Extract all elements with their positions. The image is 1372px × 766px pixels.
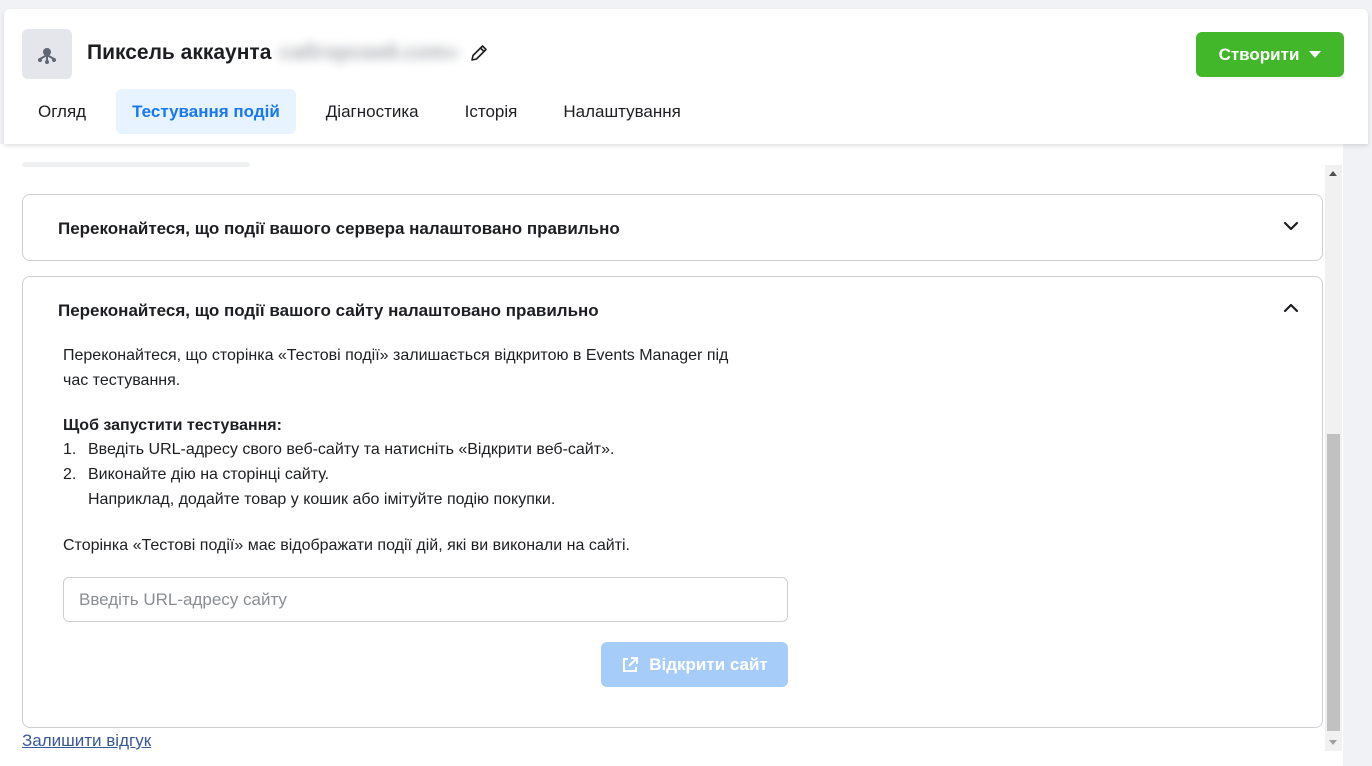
step-item: 1. Введіть URL-адресу свого веб-сайту та … <box>63 437 614 462</box>
scroll-up-icon[interactable] <box>1329 171 1337 176</box>
intro-line: Переконайтеся, що сторінка «Тестові поді… <box>63 347 729 364</box>
server-section-title: Переконайтеся, що події вашого сервера н… <box>58 219 620 238</box>
open-site-button[interactable]: Відкрити сайт <box>601 642 788 687</box>
blurred-domain: сабгорский.com» <box>279 41 459 64</box>
chevron-down-icon[interactable] <box>1280 215 1302 237</box>
step-item: 2. Виконайте дію на сторінці сайту. <box>63 462 329 487</box>
step-number: 2. <box>63 466 77 483</box>
create-button-label: Створити <box>1218 44 1300 64</box>
intro-text: Переконайтеся, що сторінка «Тестові поді… <box>63 343 803 393</box>
website-url-input[interactable] <box>63 577 788 622</box>
step-number: 1. <box>63 441 77 458</box>
tab-settings[interactable]: Налаштування <box>547 89 697 134</box>
pixel-icon <box>22 29 72 79</box>
create-button[interactable]: Створити <box>1196 32 1344 77</box>
outro-text: Сторінка «Тестові події» має відображати… <box>63 537 630 554</box>
scroll-down-icon[interactable] <box>1329 740 1337 745</box>
divider <box>22 162 250 167</box>
page-title: Пиксель аккаунта <box>87 41 272 64</box>
caret-down-icon <box>1309 51 1322 58</box>
scroll-thumb[interactable] <box>1327 434 1340 731</box>
pixel-header: Пиксель аккаунта сабгорский.com» Створит… <box>4 9 1368 144</box>
pixel-title-row: Пиксель аккаунта сабгорский.com» <box>87 41 489 65</box>
main-content: Переконайтеся, що події вашого сервера н… <box>0 144 1343 766</box>
step-text: Введіть URL-адресу свого веб-сайту та на… <box>88 441 615 458</box>
feedback-link[interactable]: Залишити відгук <box>22 731 151 751</box>
site-events-section: Переконайтеся, що події вашого сайту нал… <box>22 276 1323 728</box>
chevron-up-icon[interactable] <box>1280 297 1302 319</box>
tab-bar: Огляд Тестування подій Діагностика Істор… <box>22 89 711 134</box>
step-example-text: Наприклад, додайте товар у кошик або імі… <box>88 491 556 508</box>
scrollbar[interactable] <box>1325 165 1342 751</box>
open-site-label: Відкрити сайт <box>649 654 768 674</box>
tab-history[interactable]: Історія <box>449 89 534 134</box>
external-link-icon <box>623 656 639 672</box>
site-section-title: Переконайтеся, що події вашого сайту нал… <box>58 301 599 320</box>
tab-diagnostics[interactable]: Діагностика <box>310 89 435 134</box>
step-text: Виконайте дію на сторінці сайту. <box>88 466 330 483</box>
steps-heading: Щоб запустити тестування: <box>63 417 282 434</box>
server-events-section[interactable]: Переконайтеся, що події вашого сервера н… <box>22 194 1323 261</box>
tab-overview[interactable]: Огляд <box>22 89 102 134</box>
intro-line: час тестування. <box>63 372 181 389</box>
tab-test-events[interactable]: Тестування подій <box>116 89 296 134</box>
pencil-icon[interactable] <box>469 43 489 63</box>
